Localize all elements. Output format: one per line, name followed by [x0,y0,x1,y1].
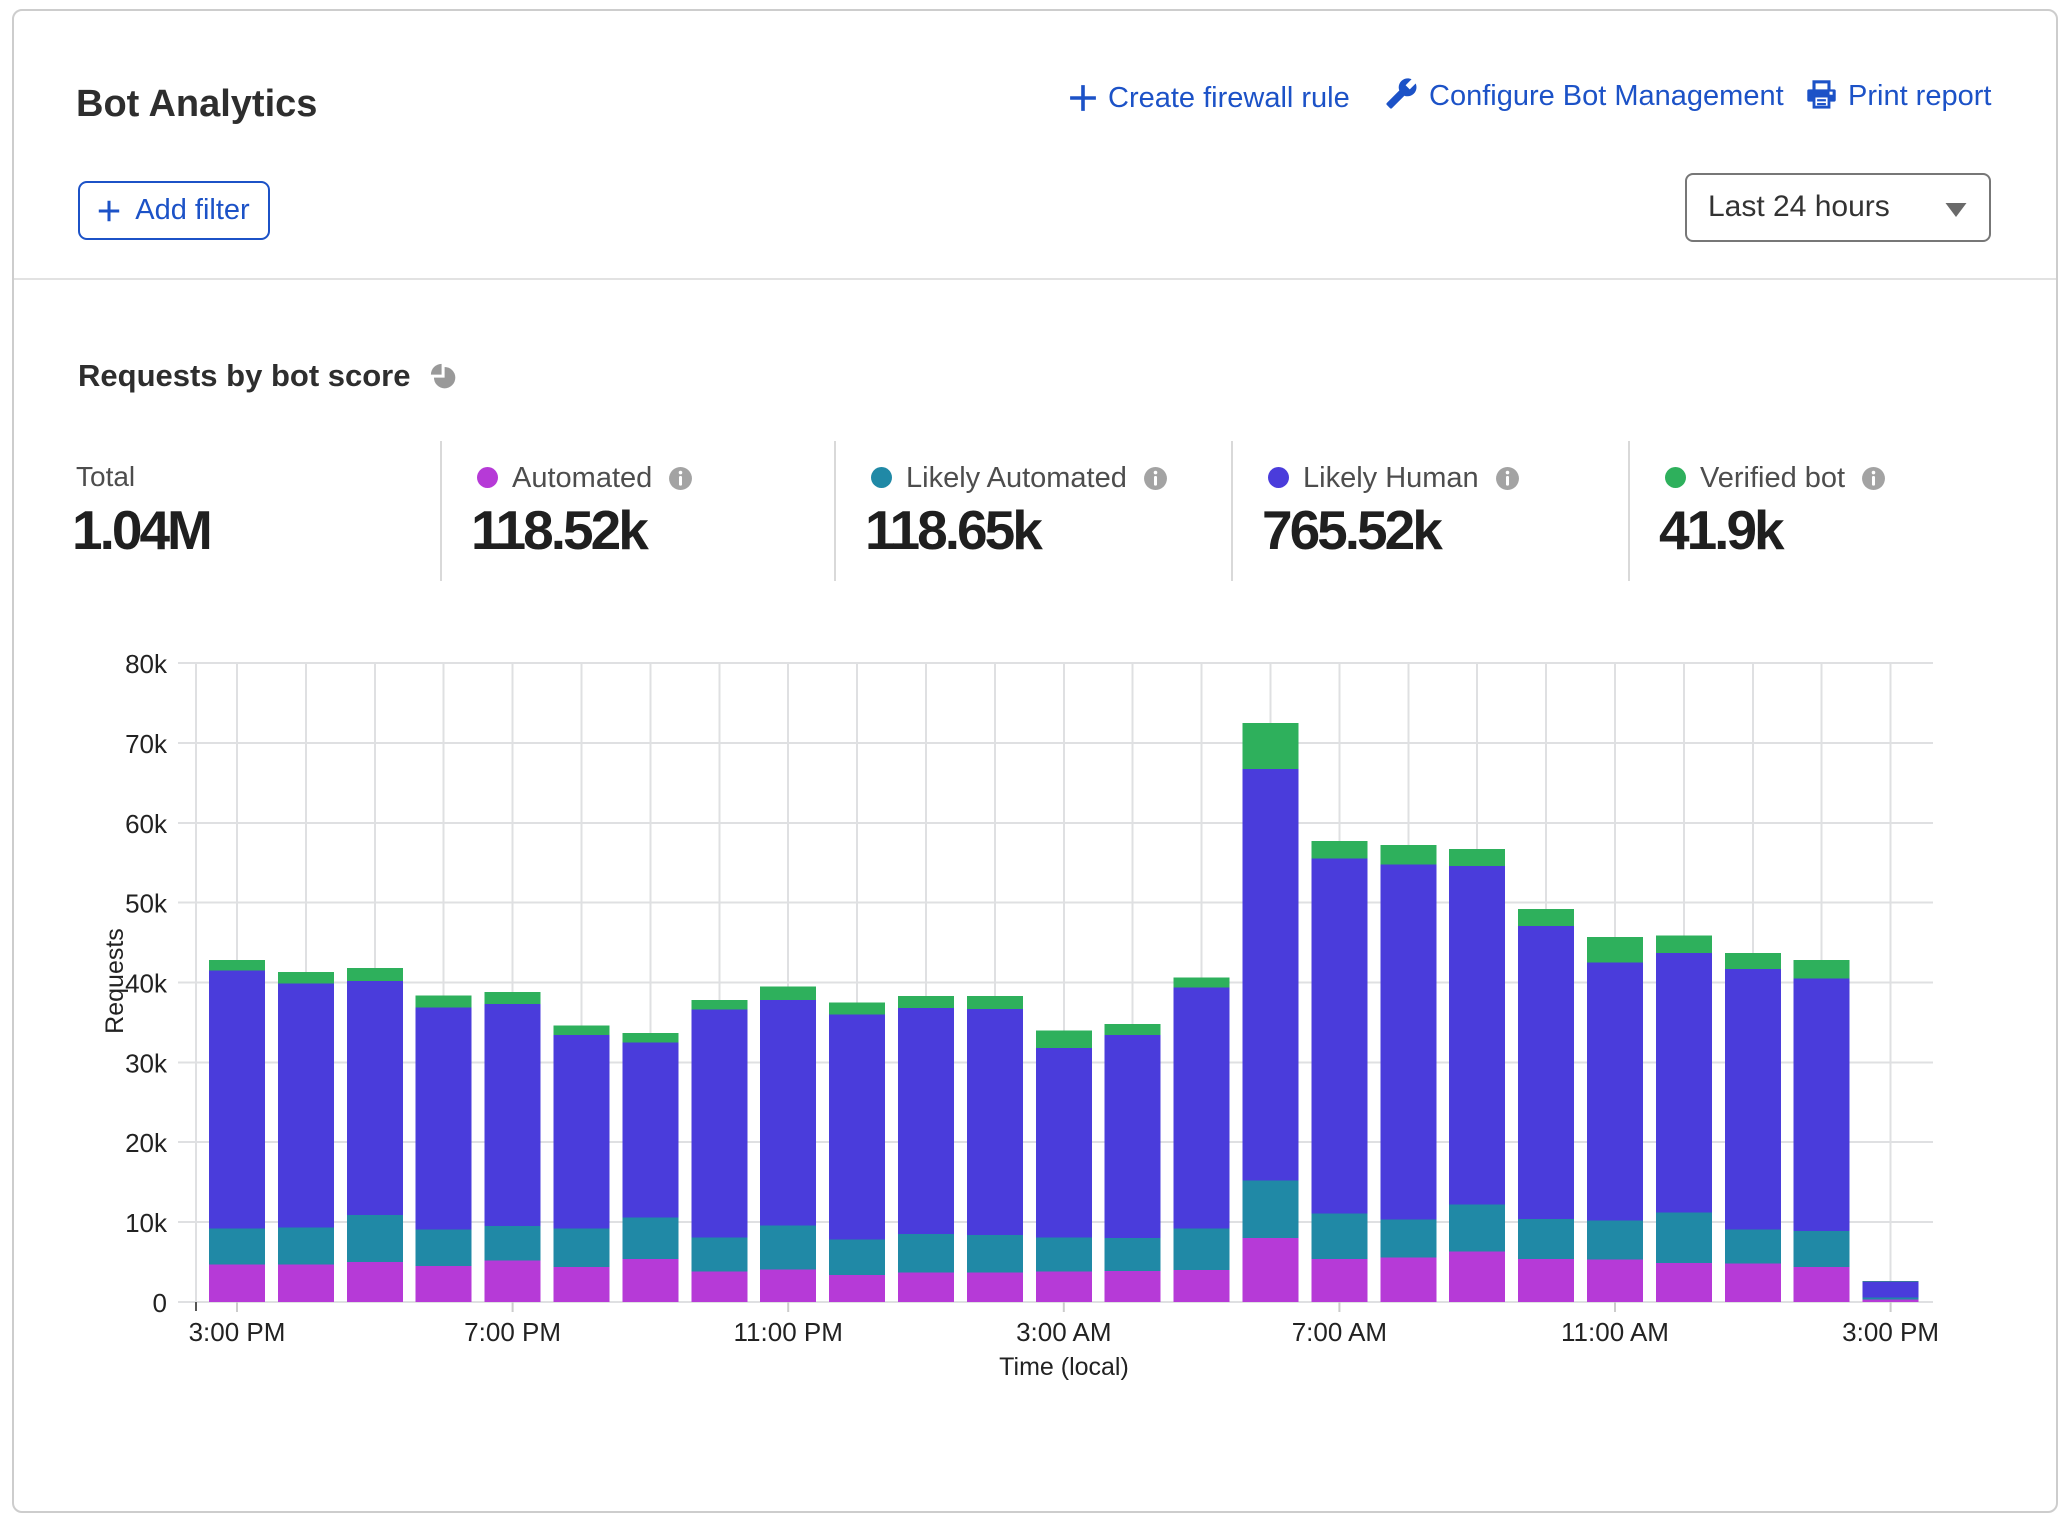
svg-text:11:00 AM: 11:00 AM [1561,1317,1669,1347]
svg-text:50k: 50k [125,889,168,919]
svg-text:80k: 80k [125,649,168,679]
svg-text:70k: 70k [125,729,168,759]
svg-text:40k: 40k [125,969,168,999]
svg-text:0: 0 [153,1288,167,1318]
svg-text:11:00 PM: 11:00 PM [734,1317,843,1347]
svg-text:3:00 PM: 3:00 PM [189,1317,286,1347]
svg-text:10k: 10k [125,1208,168,1238]
svg-text:7:00 AM: 7:00 AM [1292,1317,1387,1347]
svg-text:7:00 PM: 7:00 PM [464,1317,561,1347]
svg-text:Requests: Requests [101,928,129,1034]
svg-text:3:00 AM: 3:00 AM [1016,1317,1111,1347]
svg-text:20k: 20k [125,1128,168,1158]
svg-text:3:00 PM: 3:00 PM [1842,1317,1939,1347]
svg-text:Time (local): Time (local) [999,1353,1129,1381]
svg-text:60k: 60k [125,809,168,839]
svg-text:30k: 30k [125,1048,168,1078]
